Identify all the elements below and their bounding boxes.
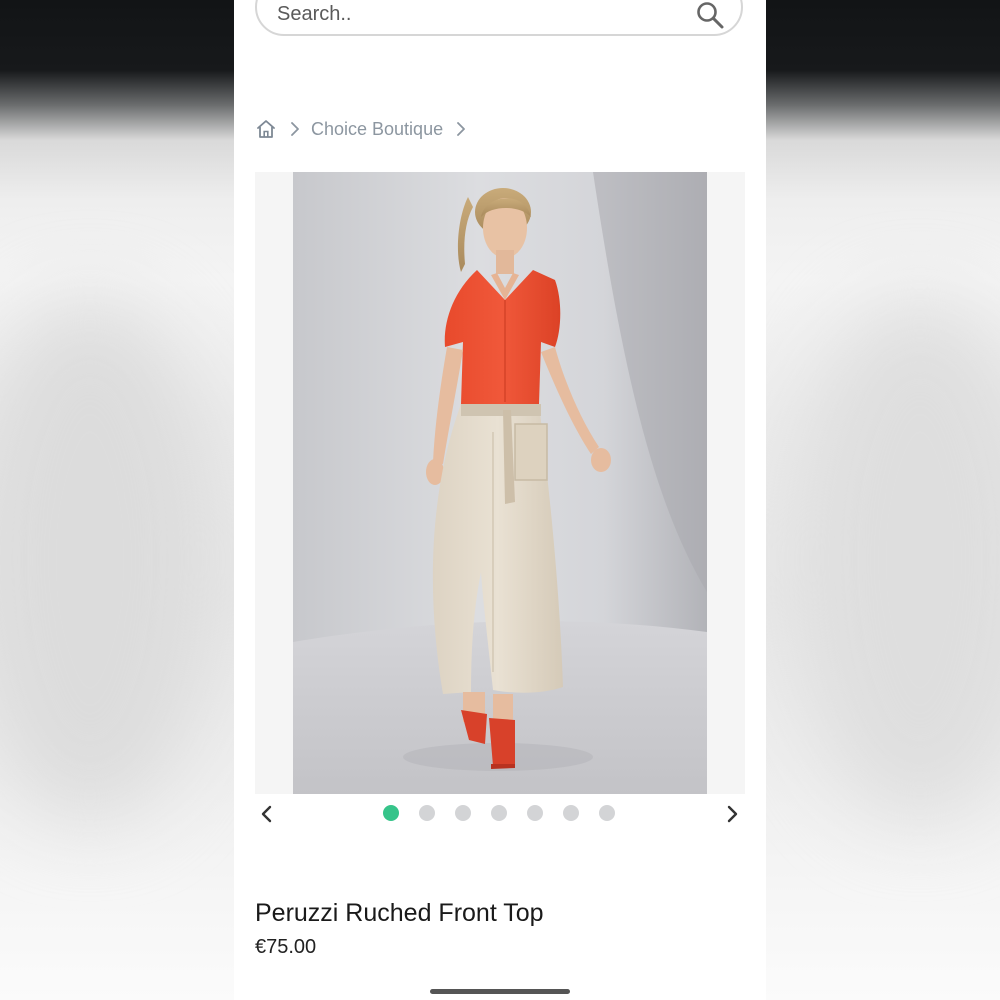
gallery-dot[interactable]	[383, 805, 399, 821]
home-indicator[interactable]	[430, 989, 570, 994]
chevron-right-icon	[457, 122, 465, 136]
product-image-gallery[interactable]	[255, 172, 745, 794]
search-icon[interactable]	[695, 0, 725, 30]
product-title: Peruzzi Ruched Front Top	[255, 899, 544, 927]
background-blur-shape	[0, 300, 220, 820]
model-photo-illustration	[293, 172, 707, 794]
gallery-pagination-dots	[383, 805, 615, 821]
breadcrumb: Choice Boutique	[255, 116, 477, 142]
product-price: €75.00	[255, 936, 317, 958]
gallery-dot[interactable]	[563, 805, 579, 821]
chevron-left-icon[interactable]	[256, 803, 278, 825]
search-bar[interactable]	[255, 0, 743, 36]
search-input[interactable]	[277, 2, 677, 26]
background-blur-shape	[790, 300, 1000, 820]
gallery-dot[interactable]	[599, 805, 615, 821]
breadcrumb-item-choice-boutique[interactable]: Choice Boutique	[311, 119, 443, 140]
phone-screen: Choice Boutique	[234, 0, 766, 1000]
chevron-right-icon	[291, 122, 299, 136]
home-icon[interactable]	[255, 118, 277, 140]
gallery-dot[interactable]	[455, 805, 471, 821]
gallery-dot[interactable]	[491, 805, 507, 821]
gallery-dot[interactable]	[527, 805, 543, 821]
chevron-right-icon[interactable]	[721, 803, 743, 825]
gallery-dot[interactable]	[419, 805, 435, 821]
product-photo	[293, 172, 707, 794]
